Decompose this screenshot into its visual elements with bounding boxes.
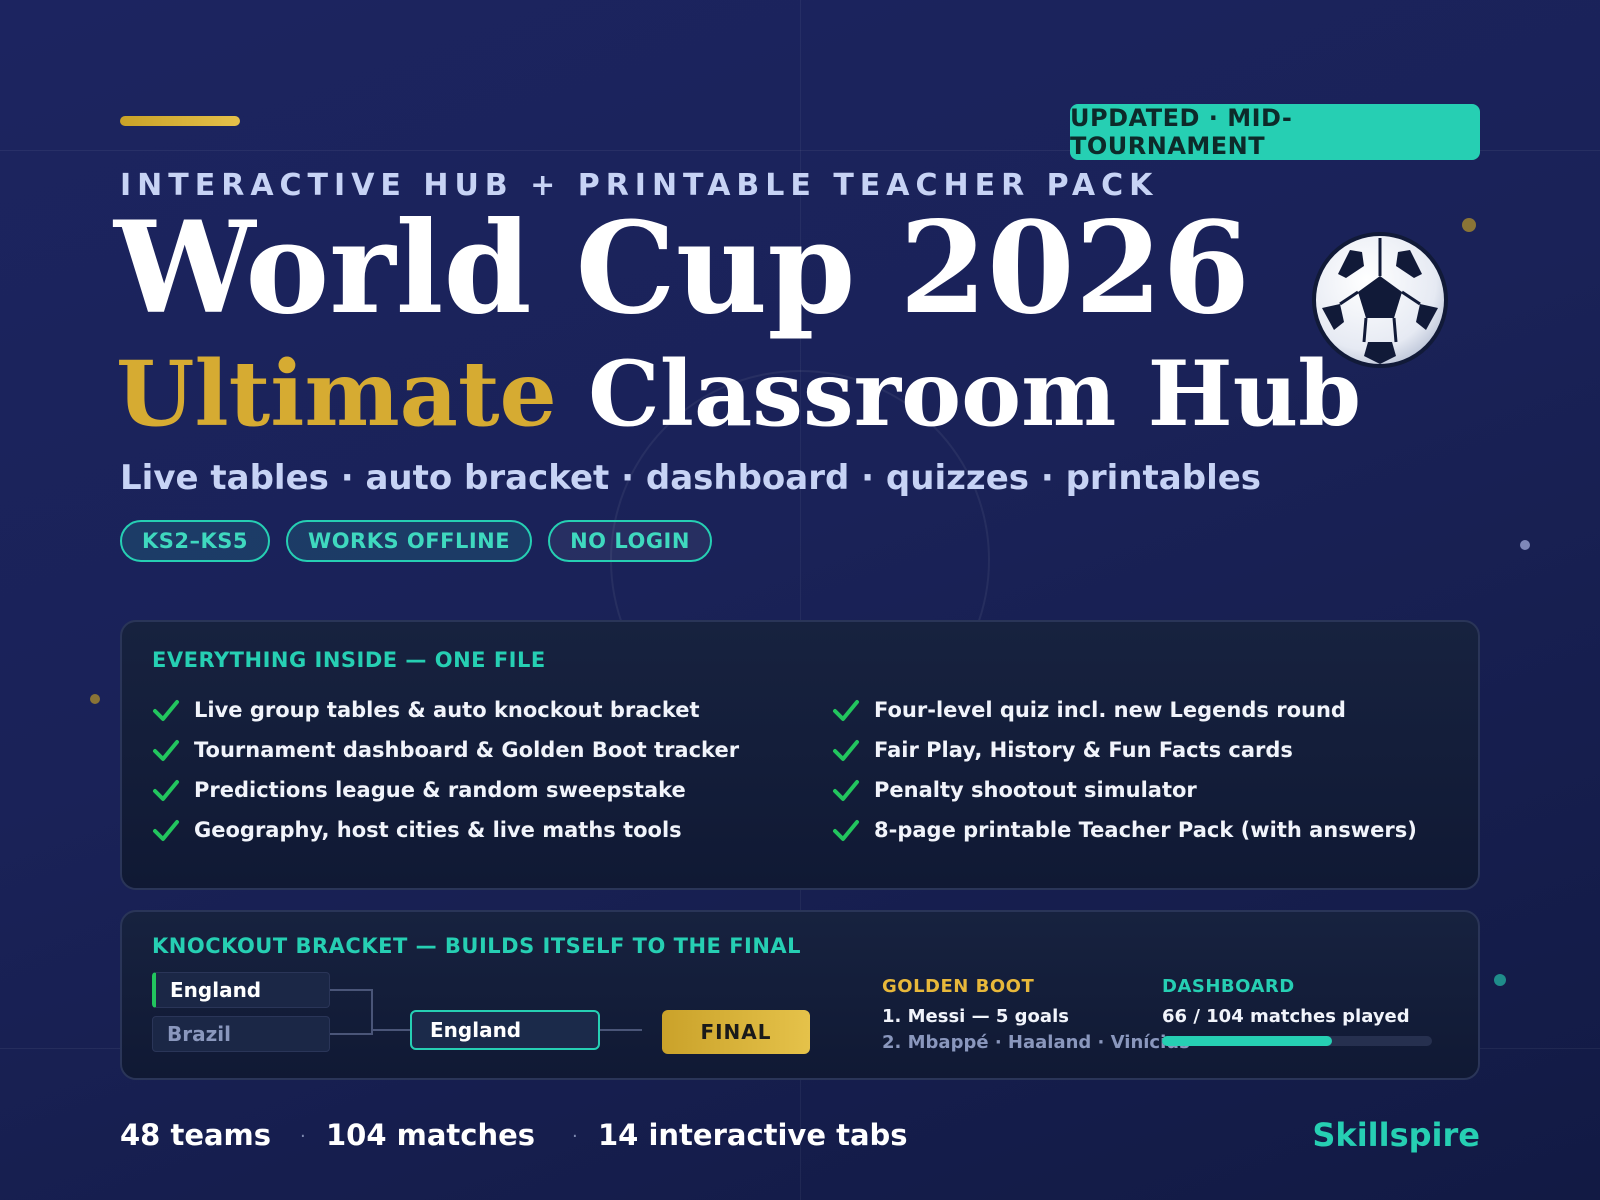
check-icon — [833, 820, 859, 841]
matches-progress-fill — [1162, 1036, 1333, 1046]
features-right-list: Four-level quiz incl. new Legends round … — [832, 690, 1417, 850]
dashboard-heading: DASHBOARD — [1162, 976, 1295, 997]
soccer-ball-icon — [1312, 232, 1448, 368]
bracket-team-top: England — [152, 972, 330, 1008]
features-card: EVERYTHING INSIDE — ONE FILE Live group … — [120, 620, 1480, 890]
matches-progress-bar — [1162, 1036, 1432, 1046]
bracket-card: KNOCKOUT BRACKET — BUILDS ITSELF TO THE … — [120, 910, 1480, 1080]
title-rest: Classroom Hub — [588, 341, 1362, 447]
feature-text: Penalty shootout simulator — [874, 778, 1197, 802]
list-item: Predictions league & random sweepstake — [152, 770, 739, 810]
check-icon — [153, 820, 179, 841]
list-item: Live group tables & auto knockout bracke… — [152, 690, 739, 730]
bg-dot — [1462, 218, 1476, 232]
check-icon — [833, 700, 859, 721]
feature-text: Four-level quiz incl. new Legends round — [874, 698, 1346, 722]
check-icon — [833, 780, 859, 801]
check-icon — [833, 740, 859, 761]
features-left-list: Live group tables & auto knockout bracke… — [152, 690, 739, 850]
feature-text: Live group tables & auto knockout bracke… — [194, 698, 700, 722]
list-item: Penalty shootout simulator — [832, 770, 1417, 810]
list-item: Geography, host cities & live maths tool… — [152, 810, 739, 850]
bg-dot — [1520, 540, 1530, 550]
brand-logo-text[interactable]: Skillspire — [1312, 1116, 1480, 1154]
updated-badge: UPDATED · MID-TOURNAMENT — [1070, 104, 1480, 160]
features-card-title: EVERYTHING INSIDE — ONE FILE — [152, 648, 546, 672]
bg-dot — [90, 694, 100, 704]
bg-dot — [1494, 974, 1506, 986]
pill-offline: WORKS OFFLINE — [286, 520, 533, 562]
check-icon — [153, 740, 179, 761]
check-icon — [153, 780, 179, 801]
tag-pills: KS2–KS5 WORKS OFFLINE NO LOGIN — [120, 520, 712, 562]
feature-summary: Live tables · auto bracket · dashboard ·… — [120, 458, 1262, 498]
feature-text: 8-page printable Teacher Pack (with answ… — [874, 818, 1417, 842]
list-item: 8-page printable Teacher Pack (with answ… — [832, 810, 1417, 850]
footer-separator: · — [300, 1126, 306, 1147]
bracket-advanced-team: England — [410, 1010, 600, 1050]
golden-boot-heading: GOLDEN BOOT — [882, 976, 1035, 997]
list-item: Four-level quiz incl. new Legends round — [832, 690, 1417, 730]
feature-text: Tournament dashboard & Golden Boot track… — [194, 738, 740, 762]
pill-no-login: NO LOGIN — [548, 520, 712, 562]
golden-boot-leader: 1. Messi — 5 goals — [882, 1006, 1069, 1027]
feature-text: Geography, host cities & live maths tool… — [194, 818, 682, 842]
check-icon — [153, 700, 179, 721]
feature-text: Predictions league & random sweepstake — [194, 778, 686, 802]
footer-stat-teams: 48 teams — [120, 1118, 272, 1152]
pill-key-stage: KS2–KS5 — [120, 520, 271, 562]
footer-stat-matches: 104 matches — [326, 1118, 536, 1152]
dashboard-matches-played: 66 / 104 matches played — [1162, 1006, 1410, 1027]
golden-boot-others: 2. Mbappé · Haaland · Vinícius — [882, 1032, 1190, 1053]
bracket-team-bottom: Brazil — [152, 1016, 330, 1052]
list-item: Tournament dashboard & Golden Boot track… — [152, 730, 739, 770]
page-subtitle-title: Ultimate Classroom Hub — [116, 344, 1361, 444]
footer-stat-tabs: 14 interactive tabs — [598, 1118, 908, 1152]
page-title: World Cup 2026 — [114, 194, 1251, 342]
accent-bar — [120, 116, 240, 126]
title-highlight: Ultimate — [116, 341, 557, 447]
bracket-final-slot: FINAL — [662, 1010, 810, 1054]
footer-separator: · — [572, 1126, 578, 1147]
list-item: Fair Play, History & Fun Facts cards — [832, 730, 1417, 770]
feature-text: Fair Play, History & Fun Facts cards — [874, 738, 1293, 762]
